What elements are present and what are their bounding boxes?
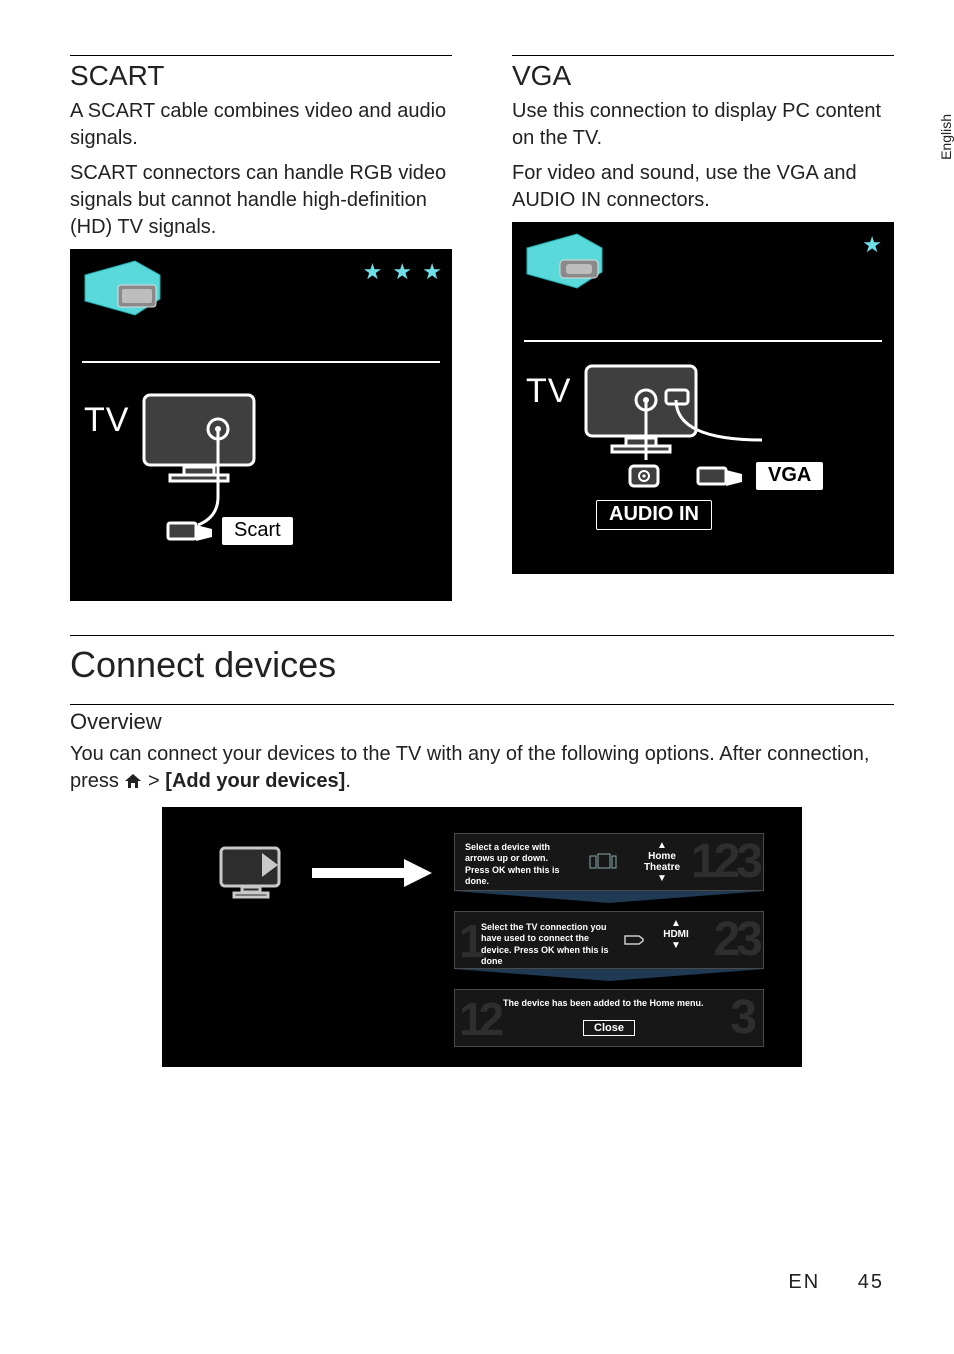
divider [70,635,894,636]
divider [70,55,452,56]
overview-heading: Overview [70,709,894,735]
wizard-bg-number-23: 23 [714,912,759,967]
chevron-down-icon: ▼ [655,940,697,951]
scart-heading: SCART [70,60,452,92]
vga-connector-icon [522,230,612,300]
wizard-step2-text: Select the TV connection you have used t… [481,922,615,967]
footer-page-number: 45 [858,1271,884,1293]
scart-p2: SCART connectors can handle RGB video si… [70,160,452,241]
page-footer: EN 45 [788,1271,884,1294]
vga-p2: For video and sound, use the VGA and AUD… [512,160,894,214]
language-side-tab: English [938,110,954,164]
arrow-right-icon [312,859,432,887]
chevron-down-icon: ▼ [631,873,693,884]
wizard-bg-number-123: 123 [691,834,759,889]
overview-text-d: . [345,770,351,792]
chevron-up-icon: ▲ [655,918,697,929]
scart-rating-stars: ★ ★ ★ [363,259,444,285]
device-glyph-icon [589,852,617,870]
divider [512,55,894,56]
wizard-step3-text: The device has been added to the Home me… [503,998,723,1009]
wizard-bg-number-3: 3 [730,990,757,1045]
scart-plug-icon [166,517,216,545]
hdmi-plug-icon [623,932,645,948]
overview-paragraph: You can connect your devices to the TV w… [70,741,894,797]
scart-tv-label: TV [84,401,129,440]
footer-language: EN [788,1271,820,1293]
chevron-down-icon [454,891,764,903]
audio-jack-icon [628,462,666,490]
scart-port-label: Scart [222,517,293,545]
vga-plug-icon [696,462,746,490]
home-icon [124,770,142,797]
onscreen-wizard-figure: Select a device with arrows up or down. … [162,807,802,1067]
vga-diagram: ★ TV [512,222,894,574]
tv-front-icon [218,845,288,901]
vga-rating-stars: ★ [862,232,884,258]
wizard-bg-number-12: 12 [459,992,498,1046]
wizard-step1-text: Select a device with arrows up or down. … [465,842,575,887]
wizard-step1-choice: Home Theatre [631,851,693,873]
connect-devices-heading: Connect devices [70,644,894,686]
wizard-close-button[interactable]: Close [583,1020,635,1036]
overview-text-b: > [148,770,165,792]
scart-connector-icon [80,257,170,327]
chevron-down-icon [454,969,764,981]
scart-p1: A SCART cable combines video and audio s… [70,98,452,152]
vga-p1: Use this connection to display PC conten… [512,98,894,152]
scart-diagram: ★ ★ ★ TV [70,249,452,601]
divider [70,704,894,705]
vga-heading: VGA [512,60,894,92]
vga-port-label: VGA [756,462,823,490]
vga-tv-label: TV [526,372,571,411]
overview-text-c: [Add your devices] [165,770,345,792]
chevron-up-icon: ▲ [631,840,693,851]
wizard-step2-choice: HDMI [655,929,697,940]
audio-in-port-label: AUDIO IN [596,500,712,530]
